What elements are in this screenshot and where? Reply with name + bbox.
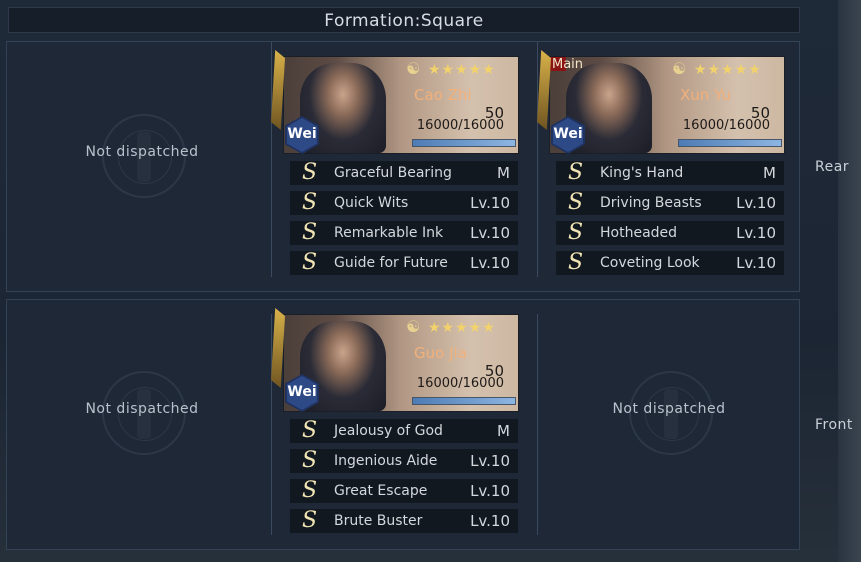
skill-name: Coveting Look [600, 255, 700, 271]
faction-label: Wei [287, 384, 317, 400]
right-edge-panel [838, 0, 861, 562]
slot-divider [271, 314, 272, 535]
skill-row[interactable]: S Ingenious Aide Lv.10 [290, 449, 518, 473]
faction-label: Wei [287, 126, 317, 142]
skill-row[interactable]: S Coveting Look Lv.10 [556, 251, 784, 275]
skill-s-icon: S [302, 418, 318, 443]
star-rating: ★★★★★ [428, 62, 496, 78]
troop-bar [678, 139, 782, 147]
skill-row[interactable]: S Quick Wits Lv.10 [290, 191, 518, 215]
skill-level: Lv.10 [470, 224, 510, 242]
skill-row[interactable]: S Great Escape Lv.10 [290, 479, 518, 503]
skill-row[interactable]: S Guide for Future Lv.10 [290, 251, 518, 275]
empty-slot-front-left[interactable]: Not dispatched [57, 351, 227, 511]
formation-header: Formation:Square [8, 7, 800, 33]
skill-level: Lv.10 [470, 254, 510, 272]
skill-level: Lv.10 [470, 452, 510, 470]
general-troops: 16000/16000 [682, 118, 770, 133]
rank-emblem-icon: ☯ [672, 59, 687, 78]
skill-s-icon: S [302, 478, 318, 503]
empty-slot-rear-left[interactable]: Not dispatched [57, 94, 227, 254]
skill-s-icon: S [302, 250, 318, 275]
general-name: Guo Jia [414, 344, 467, 362]
formation-title: Formation:Square [324, 11, 484, 31]
star-rating: ★★★★★ [694, 62, 762, 78]
skill-name: Brute Buster [334, 513, 423, 529]
skill-row[interactable]: S King's Hand M [556, 161, 784, 185]
not-dispatched-label: Not dispatched [85, 401, 199, 417]
skill-row[interactable]: S Graceful Bearing M [290, 161, 518, 185]
star-rating: ★★★★★ [428, 320, 496, 336]
skill-name: Quick Wits [334, 195, 409, 211]
front-row: Not dispatched ☯ ★★★★★ Guo Jia 50 16000/… [6, 299, 800, 550]
skill-row[interactable]: S Remarkable Ink Lv.10 [290, 221, 518, 245]
skill-level: Lv.10 [470, 194, 510, 212]
skill-name: Driving Beasts [600, 195, 702, 211]
empty-slot-front-right[interactable]: Not dispatched [584, 351, 754, 511]
general-card-guo-jia[interactable]: ☯ ★★★★★ Guo Jia 50 16000/16000 Wei [271, 308, 519, 414]
slot-divider [537, 314, 538, 535]
skill-s-icon: S [302, 220, 318, 245]
not-dispatched-label: Not dispatched [85, 144, 199, 160]
skill-s-icon: S [568, 220, 584, 245]
not-dispatched-label: Not dispatched [612, 401, 726, 417]
skill-name: Graceful Bearing [334, 165, 452, 181]
general-card-xun-yu[interactable]: Main ☯ ★★★★★ Xun Yu 50 16000/16000 Wei [537, 50, 785, 156]
skill-s-icon: S [302, 508, 318, 533]
row-label-rear: Rear [815, 159, 850, 175]
troop-bar [412, 397, 516, 405]
skill-level: Lv.10 [736, 224, 776, 242]
skill-level: M [497, 422, 510, 440]
skill-row[interactable]: S Brute Buster Lv.10 [290, 509, 518, 533]
skill-s-icon: S [302, 160, 318, 185]
skill-name: Guide for Future [334, 255, 448, 271]
skill-level: Lv.10 [736, 194, 776, 212]
skill-name: Hotheaded [600, 225, 678, 241]
skill-name: Remarkable Ink [334, 225, 444, 241]
skill-s-icon: S [302, 448, 318, 473]
skill-row[interactable]: S Jealousy of God M [290, 419, 518, 443]
skill-level: M [763, 164, 776, 182]
skill-s-icon: S [568, 160, 584, 185]
general-troops: 16000/16000 [416, 376, 504, 391]
rank-emblem-icon: ☯ [406, 59, 421, 78]
general-name: Xun Yu [680, 86, 732, 104]
general-card-cao-zhi[interactable]: ☯ ★★★★★ Cao Zhi 50 16000/16000 Wei [271, 50, 519, 156]
rank-emblem-icon: ☯ [406, 317, 421, 336]
rear-row: Not dispatched ☯ ★★★★★ Cao Zhi 50 16000/… [6, 41, 800, 292]
skill-name: King's Hand [600, 165, 684, 181]
skill-s-icon: S [568, 190, 584, 215]
skill-name: Great Escape [334, 483, 428, 499]
skill-s-icon: S [302, 190, 318, 215]
general-troops: 16000/16000 [416, 118, 504, 133]
skill-level: M [497, 164, 510, 182]
skill-level: Lv.10 [470, 512, 510, 530]
skill-name: Ingenious Aide [334, 453, 438, 469]
general-name: Cao Zhi [414, 86, 472, 104]
main-label: Main [552, 57, 584, 72]
skill-s-icon: S [568, 250, 584, 275]
slot-divider [271, 42, 272, 277]
skill-row[interactable]: S Driving Beasts Lv.10 [556, 191, 784, 215]
faction-label: Wei [553, 126, 583, 142]
slot-divider [537, 42, 538, 277]
skill-level: Lv.10 [736, 254, 776, 272]
skill-name: Jealousy of God [334, 423, 443, 439]
skill-row[interactable]: S Hotheaded Lv.10 [556, 221, 784, 245]
skill-level: Lv.10 [470, 482, 510, 500]
troop-bar [412, 139, 516, 147]
row-label-front: Front [815, 417, 853, 433]
